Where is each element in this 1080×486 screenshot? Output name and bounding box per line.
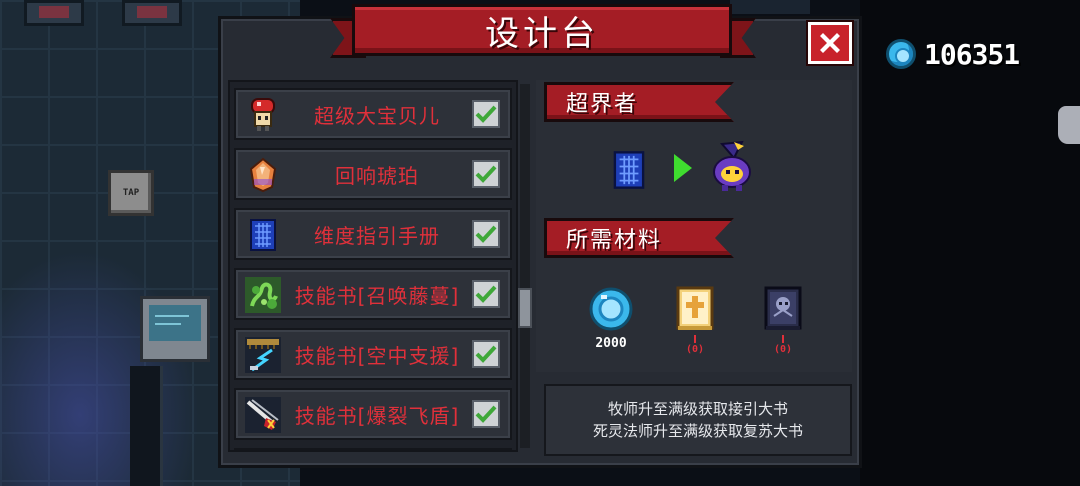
close-button[interactable]: [806, 20, 854, 66]
background-glow: [0, 250, 200, 486]
background-wall: [860, 0, 1080, 486]
recipe-list[interactable]: 超级大宝贝儿 回响琥珀 维度指引手册 技能书[召唤藤蔓] 技能书[空中支援] 技…: [228, 80, 518, 452]
title-banner: 设计台: [330, 4, 756, 64]
shield-skillbook-icon: [245, 397, 281, 433]
material-slot[interactable]: (0): [670, 286, 720, 355]
recipe-item[interactable]: 超级大宝贝儿: [234, 88, 512, 140]
checkmark-icon: [475, 225, 497, 243]
checkmark-icon: [475, 165, 497, 183]
blue-manual-icon: [250, 219, 276, 251]
checkmark-icon: [475, 105, 497, 123]
recipe-label: 技能书[空中支援]: [294, 343, 460, 368]
vine-skillbook-icon: [245, 277, 281, 313]
gem-material-icon: [589, 287, 633, 331]
hint-line: 牧师升至满级获取接引大书: [607, 400, 788, 418]
mushroom-buddy-icon: [251, 98, 275, 131]
gem-icon: [886, 39, 916, 69]
background-crate: [122, 0, 182, 26]
wizard-pet-icon: [713, 140, 751, 191]
golden-book-icon: [676, 286, 714, 330]
recipe-checkbox[interactable]: [472, 220, 500, 248]
recipe-item[interactable]: 维度指引手册: [234, 208, 512, 260]
recipe-checkbox[interactable]: [472, 100, 500, 128]
material-quantity: [694, 335, 696, 343]
amber-gem-icon: [249, 157, 277, 193]
recipe-item[interactable]: 技能书[召唤藤蔓]: [234, 268, 512, 320]
recipe-item[interactable]: 技能书[爆裂飞盾]: [234, 388, 512, 440]
material-slot[interactable]: (0): [758, 286, 808, 355]
recipe-checkbox[interactable]: [472, 400, 500, 428]
recipe-checkbox[interactable]: [472, 280, 500, 308]
material-quantity: 2000: [595, 336, 627, 351]
gem-counter: 106351: [886, 37, 1020, 71]
material-quantity: [782, 335, 784, 343]
material-slot[interactable]: 2000: [584, 286, 638, 351]
air-support-skillbook-icon: [245, 337, 281, 373]
background-crate: [24, 0, 84, 26]
item-name: 超界者: [566, 92, 639, 117]
panel-title: 设计台: [485, 13, 599, 54]
arrow-right-icon: [674, 154, 692, 182]
materials-title: 所需材料: [566, 228, 663, 253]
close-icon: [820, 33, 840, 53]
recipe-label: 技能书[爆裂飞盾]: [294, 403, 460, 428]
recipe-label: 维度指引手册: [314, 223, 440, 248]
scrollbar-thumb[interactable]: [518, 288, 532, 328]
recipe-item[interactable]: 回响琥珀: [234, 148, 512, 200]
checkmark-icon: [475, 285, 497, 303]
recipe-item[interactable]: 技能书[空中支援]: [234, 328, 512, 380]
scrollbar-track[interactable]: [520, 84, 530, 448]
checkmark-icon: [475, 345, 497, 363]
dark-book-icon: [764, 286, 802, 330]
gem-count: 106351: [924, 37, 1020, 71]
recipe-label: 回响琥珀: [335, 163, 419, 188]
recipe-checkbox[interactable]: [472, 160, 500, 188]
material-owned: (0): [773, 344, 793, 355]
material-owned: (0): [685, 344, 705, 355]
recipe-label: 超级大宝贝儿: [314, 103, 440, 128]
recipe-item[interactable]: [234, 448, 512, 450]
tap-sign: TAP: [108, 170, 154, 216]
background-monitor: [140, 296, 210, 362]
hint-line: 死灵法师升至满级获取复苏大书: [592, 422, 803, 440]
checkmark-icon: [475, 405, 497, 423]
hint-box: 牧师升至满级获取接引大书 死灵法师升至满级获取复苏大书: [544, 384, 852, 456]
background-pillar: [130, 366, 163, 486]
recipe-checkbox[interactable]: [472, 340, 500, 368]
ghost-cat-icon: [1058, 106, 1080, 144]
recipe-label: 技能书[召唤藤蔓]: [294, 283, 460, 308]
blue-manual-icon: [613, 151, 645, 189]
